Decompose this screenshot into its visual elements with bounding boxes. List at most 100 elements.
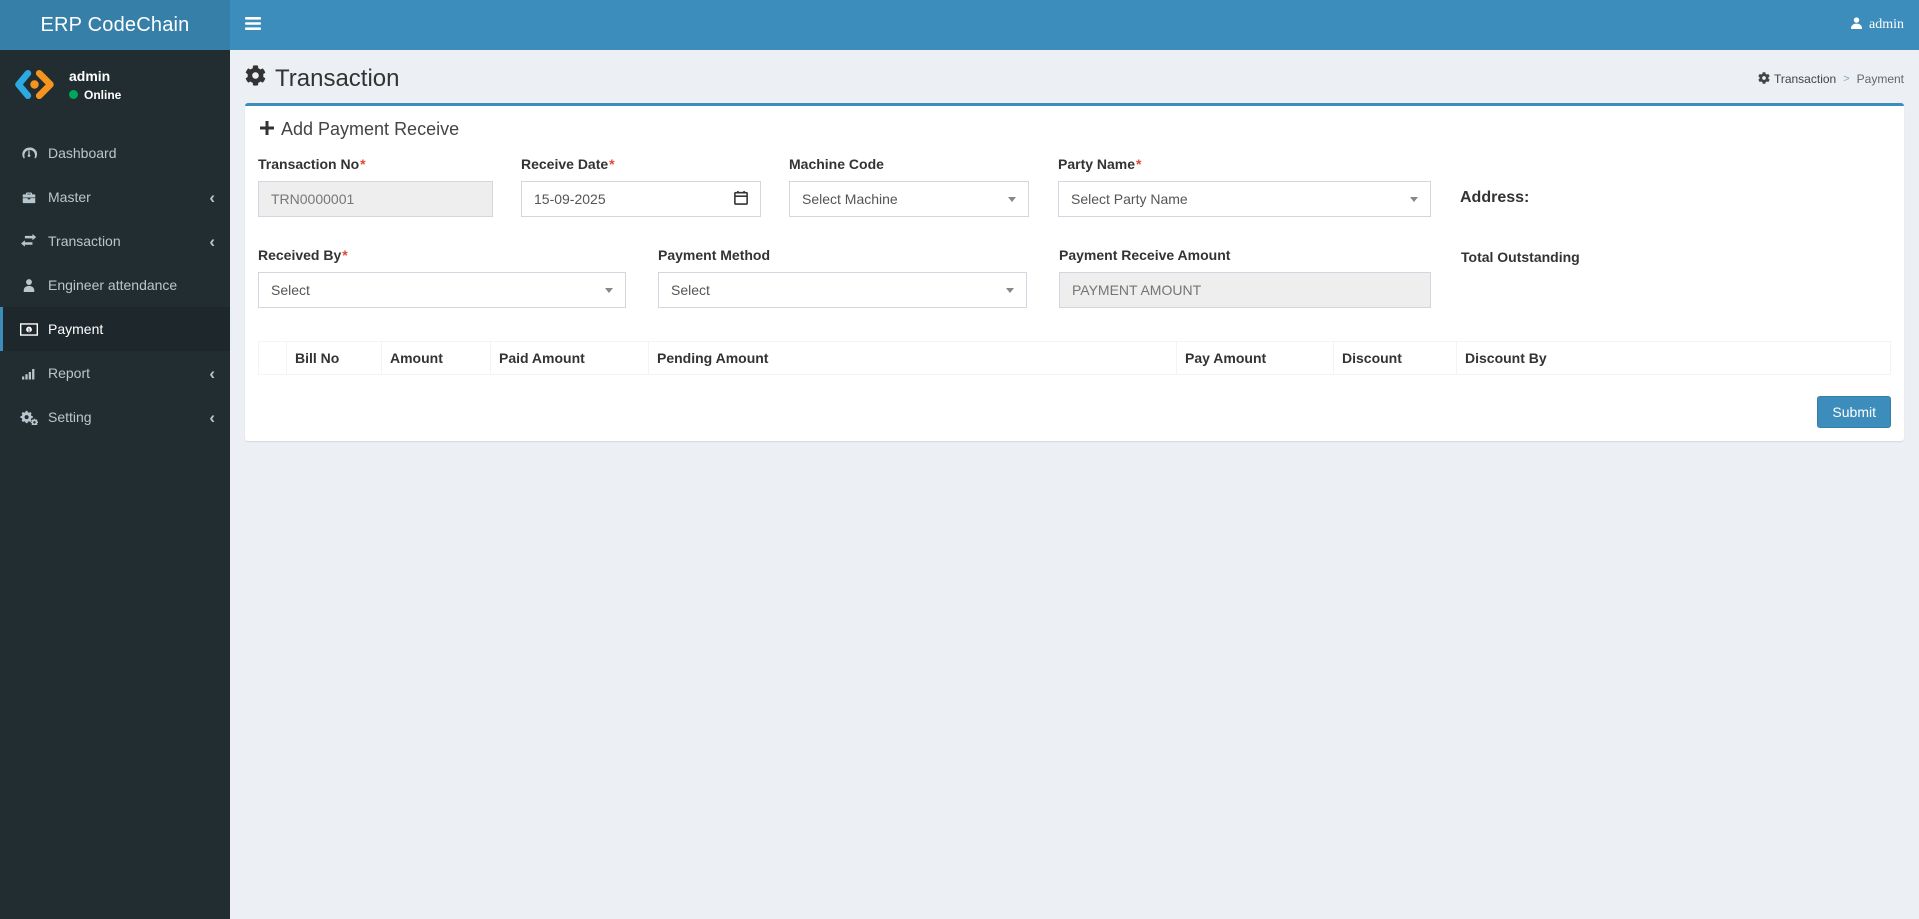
sidebar-item-label: Engineer attendance	[48, 277, 178, 293]
exchange-icon	[18, 234, 40, 248]
column-header-discount-by: Discount By	[1456, 341, 1891, 375]
party-name-label: Party Name*	[1058, 156, 1142, 172]
required-mark: *	[609, 156, 615, 172]
sidebar-item-label: Master	[48, 189, 91, 205]
bar-chart-icon	[18, 367, 40, 380]
sidebar-user-status[interactable]: Online	[69, 88, 121, 102]
form-row-2: Received By* Select Payment Method Selec…	[258, 247, 1891, 308]
payment-method-select[interactable]: Select	[658, 272, 1027, 308]
user-icon	[18, 278, 40, 292]
chevron-down-icon	[1410, 196, 1418, 202]
machine-code-label: Machine Code	[789, 156, 884, 172]
payment-receive-amount-label: Payment Receive Amount	[1059, 247, 1231, 263]
sidebar-user-panel: admin Online	[0, 50, 230, 119]
received-by-selected-value: Select	[271, 282, 310, 298]
payment-receive-card: Add Payment Receive Transaction No* Rece…	[245, 103, 1904, 441]
party-name-select[interactable]: Select Party Name	[1058, 181, 1431, 217]
calendar-icon[interactable]	[734, 190, 748, 208]
chevron-left-icon: ‹	[209, 187, 215, 207]
column-header-select	[258, 341, 287, 375]
payment-method-group: Payment Method Select	[658, 247, 1027, 308]
payment-method-selected-value: Select	[671, 282, 710, 298]
svg-text:1: 1	[28, 327, 31, 333]
transaction-no-label: Transaction No*	[258, 156, 366, 172]
receive-date-field[interactable]: 15-09-2025	[521, 181, 761, 217]
breadcrumb-transaction[interactable]: Transaction	[1758, 71, 1837, 87]
received-by-group: Received By* Select	[258, 247, 626, 308]
receive-date-label: Receive Date*	[521, 156, 615, 172]
machine-code-select[interactable]: Select Machine	[789, 181, 1029, 217]
card-header: Add Payment Receive	[245, 106, 1904, 148]
sidebar-menu: Dashboard Master ‹ Transaction ‹ Enginee…	[0, 131, 230, 439]
online-status-icon	[69, 90, 78, 99]
sidebar-item-label: Report	[48, 365, 91, 381]
required-mark: *	[342, 247, 348, 263]
chevron-left-icon: ‹	[209, 407, 215, 427]
total-outstanding-label: Total Outstanding	[1461, 249, 1580, 265]
sidebar-item-label: Dashboard	[48, 145, 117, 161]
user-avatar-logo	[12, 62, 57, 107]
party-name-selected-value: Select Party Name	[1071, 191, 1188, 207]
form-row-1: Transaction No* Receive Date* 15-09-2025	[258, 156, 1891, 217]
column-header-discount: Discount	[1333, 341, 1457, 375]
page-title-text: Transaction	[275, 65, 400, 92]
address-group: Address:	[1460, 156, 1529, 207]
column-header-paid-amount: Paid Amount	[490, 341, 649, 375]
chevron-down-icon	[605, 287, 613, 293]
transaction-no-field[interactable]	[258, 181, 493, 217]
chevron-left-icon: ‹	[209, 231, 215, 251]
hamburger-icon	[244, 17, 261, 33]
breadcrumb-separator-icon: >	[1843, 73, 1850, 85]
gear-icon	[1758, 71, 1770, 87]
sidebar-item-setting[interactable]: Setting ‹	[0, 395, 230, 439]
chevron-left-icon: ‹	[209, 363, 215, 383]
required-mark: *	[360, 156, 366, 172]
sidebar-item-label: Setting	[48, 409, 92, 425]
breadcrumb-item-label: Payment	[1856, 72, 1904, 86]
payment-receive-amount-group: Payment Receive Amount	[1059, 247, 1431, 308]
bills-table: Bill No Amount Paid Amount Pending Amoun…	[258, 341, 1891, 375]
total-outstanding-group: Total Outstanding	[1461, 247, 1580, 265]
machine-code-group: Machine Code Select Machine	[789, 156, 1029, 217]
card-body: Transaction No* Receive Date* 15-09-2025	[245, 148, 1904, 441]
sidebar-item-transaction[interactable]: Transaction ‹	[0, 219, 230, 263]
received-by-select[interactable]: Select	[258, 272, 626, 308]
sidebar-item-dashboard[interactable]: Dashboard	[0, 131, 230, 175]
transaction-no-group: Transaction No*	[258, 156, 493, 217]
navbar-user-label: admin	[1869, 17, 1904, 32]
briefcase-icon	[18, 190, 40, 205]
content-header: Transaction Transaction > Payment	[230, 50, 1919, 103]
brand-logo[interactable]: ERP CodeChain	[0, 0, 230, 50]
breadcrumb-payment: Payment	[1857, 72, 1904, 86]
party-name-group: Party Name* Select Party Name	[1058, 156, 1431, 217]
sidebar-user-status-label: Online	[84, 87, 122, 102]
sidebar-item-label: Payment	[48, 321, 104, 337]
sidebar-user-meta: admin Online	[69, 68, 121, 102]
required-mark: *	[1136, 156, 1142, 172]
payment-receive-amount-field[interactable]	[1059, 272, 1431, 308]
sidebar-user-name: admin	[69, 67, 111, 84]
address-label: Address:	[1460, 189, 1530, 206]
sidebar-item-payment[interactable]: 1 Payment	[0, 307, 230, 351]
navbar-user-menu[interactable]: admin	[1835, 0, 1919, 50]
plus-icon	[260, 119, 274, 140]
sidebar-item-label: Transaction	[48, 233, 121, 249]
sidebar-item-report[interactable]: Report ‹	[0, 351, 230, 395]
machine-code-selected-value: Select Machine	[802, 191, 898, 207]
gears-icon	[18, 410, 40, 425]
sidebar-item-master[interactable]: Master ‹	[0, 175, 230, 219]
dashboard-icon	[18, 145, 40, 161]
chevron-down-icon	[1008, 196, 1016, 202]
breadcrumb-item-label: Transaction	[1773, 72, 1837, 86]
card-title: Add Payment Receive	[281, 119, 460, 139]
card-footer-actions: Submit	[258, 375, 1891, 428]
brand-text: ERP CodeChain	[40, 13, 190, 36]
gear-icon	[245, 65, 266, 93]
sidebar-item-engineer-attendance[interactable]: Engineer attendance	[0, 263, 230, 307]
column-header-pay-amount: Pay Amount	[1176, 341, 1334, 375]
received-by-label: Received By*	[258, 247, 348, 263]
sidebar-toggle-button[interactable]	[230, 0, 275, 50]
submit-button[interactable]: Submit	[1817, 396, 1891, 428]
bills-table-header-row: Bill No Amount Paid Amount Pending Amoun…	[258, 341, 1891, 375]
column-header-pending-amount: Pending Amount	[648, 341, 1177, 375]
